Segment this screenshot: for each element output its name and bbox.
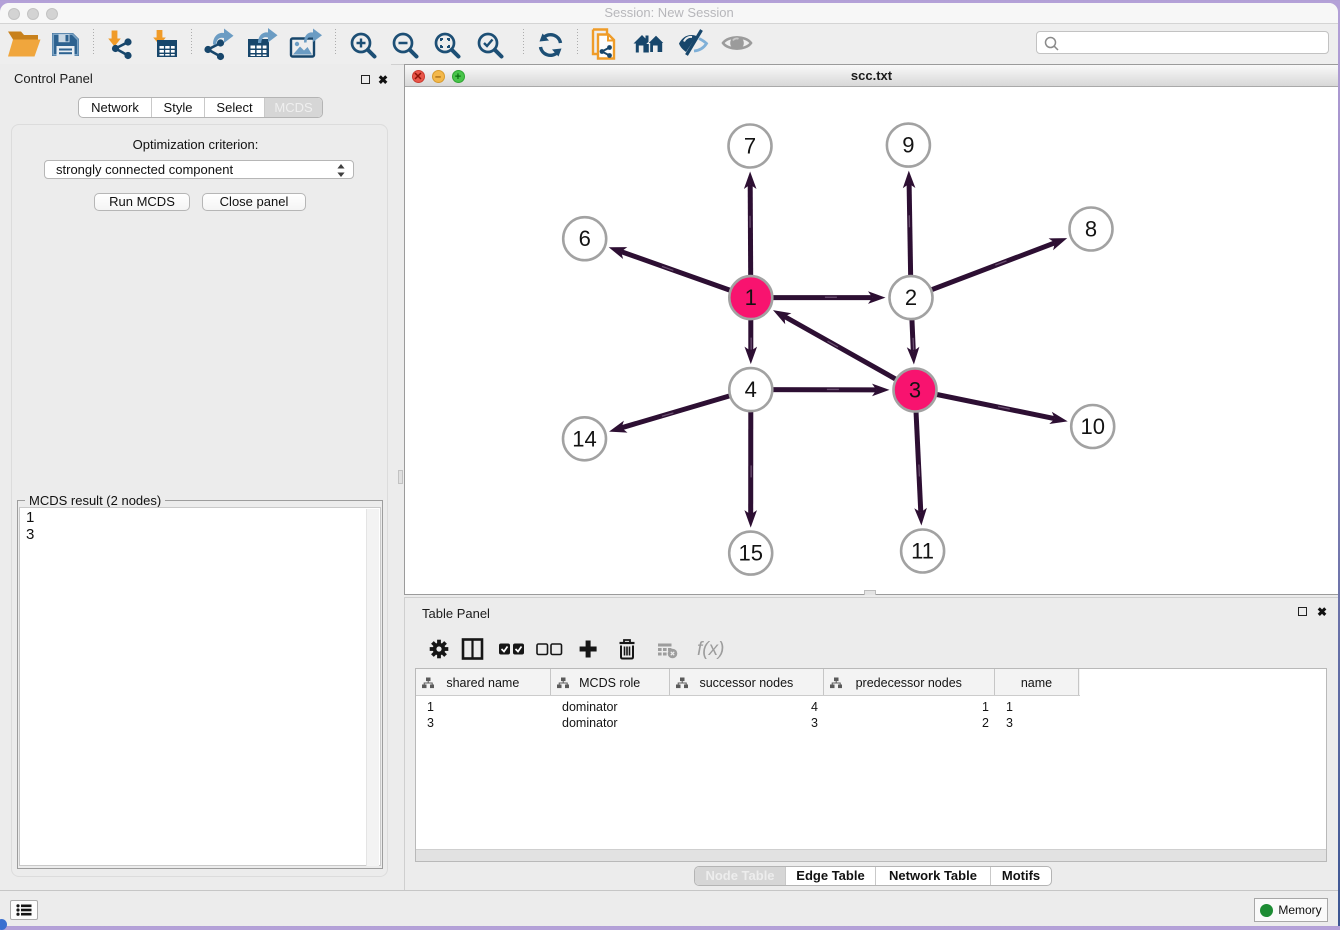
svg-text:7: 7 <box>744 134 756 159</box>
svg-text:15: 15 <box>738 541 762 566</box>
svg-text:4: 4 <box>745 377 757 402</box>
svg-text:6: 6 <box>579 226 591 251</box>
svg-text:3: 3 <box>909 378 921 403</box>
svg-text:1: 1 <box>745 285 757 310</box>
svg-text:2: 2 <box>905 285 917 310</box>
svg-text:8: 8 <box>1085 217 1097 242</box>
svg-text:11: 11 <box>911 539 934 564</box>
svg-text:14: 14 <box>572 426 596 451</box>
svg-text:10: 10 <box>1080 414 1104 439</box>
svg-text:f(x): f(x) <box>697 639 724 660</box>
svg-text:9: 9 <box>902 133 914 158</box>
